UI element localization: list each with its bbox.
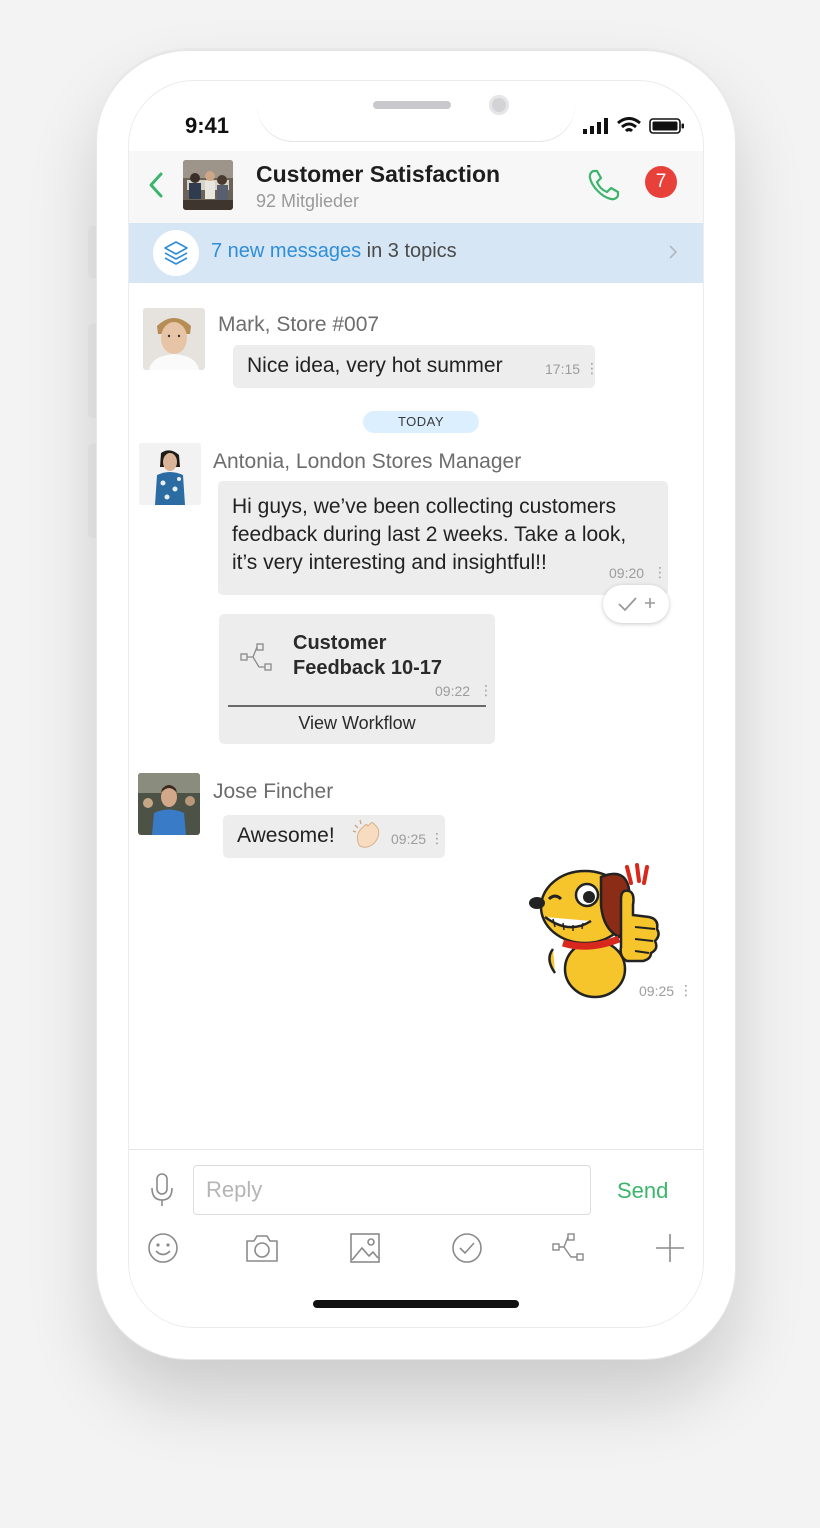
signal-icon (583, 118, 608, 134)
workflow-icon (240, 643, 272, 671)
notification-badge[interactable]: 7 (645, 166, 677, 198)
home-indicator[interactable] (313, 1300, 519, 1308)
message-text: Nice idea, very hot summer (247, 354, 503, 377)
status-time: 9:41 (185, 113, 230, 138)
more-options-icon[interactable]: ⋮ (430, 830, 444, 847)
avatar-jose[interactable] (138, 773, 200, 835)
back-icon[interactable] (143, 169, 171, 201)
speaker (373, 101, 451, 109)
battery-icon (649, 118, 684, 134)
message-time: 09:25 (391, 831, 427, 847)
message-text-line: it’s very interesting and insightful!! (232, 551, 547, 574)
message-text: Awesome! (237, 824, 335, 847)
message-text-line: Hi guys, we’ve been collecting customers (232, 495, 617, 518)
microphone-icon[interactable] (147, 1172, 177, 1208)
chat-title[interactable]: Customer Satisfaction (256, 161, 500, 188)
view-workflow-button[interactable]: View Workflow (219, 713, 495, 734)
message-time: 09:22 (435, 683, 471, 699)
sender-name: Mark, Store #007 (218, 313, 380, 336)
card-divider (228, 705, 486, 707)
sender-name: Jose Fincher (213, 780, 334, 803)
message-text-line: feedback during last 2 weeks. Take a loo… (232, 523, 627, 546)
phone-screen: 9:41 Customer Satisfaction 92 Mitglieder… (128, 80, 704, 1328)
composer: Send (129, 1149, 703, 1327)
dog-thumbs-up-sticker (529, 863, 660, 999)
member-count: 92 Mitglieder (256, 191, 360, 211)
workflow-title-line: Customer (293, 632, 387, 654)
sender-name: Antonia, London Stores Manager (213, 450, 522, 473)
check-plus-icon (618, 597, 655, 612)
message-time: 09:20 (609, 565, 645, 581)
message-bubble[interactable]: Awesome! 09:25 ⋮ (223, 815, 445, 858)
send-button[interactable]: Send (617, 1178, 668, 1204)
wifi-icon (617, 117, 641, 133)
camera-icon[interactable] (244, 1230, 280, 1266)
message-bubble[interactable]: Hi guys, we’ve been collecting customers… (218, 481, 668, 595)
message-time: 17:15 (545, 361, 581, 377)
new-messages-banner[interactable]: 7 new messages in 3 topics (129, 223, 703, 283)
phone-icon[interactable] (584, 165, 624, 205)
plus-icon[interactable] (652, 1230, 688, 1266)
front-camera (489, 95, 509, 115)
sticker-message[interactable]: 09:25 ⋮ (527, 859, 693, 999)
more-options-icon[interactable]: ⋮ (653, 564, 667, 581)
avatar-mark[interactable] (143, 308, 205, 370)
emoji-icon[interactable] (145, 1230, 181, 1266)
banner-highlight: 7 new messages (211, 240, 362, 262)
chat-header: Customer Satisfaction 92 Mitglieder 7 (129, 151, 703, 223)
clapping-hands-icon (352, 819, 380, 848)
check-icon[interactable] (449, 1230, 485, 1266)
status-icons (583, 117, 685, 135)
banner-text: 7 new messages in 3 topics (211, 240, 457, 263)
workflow-title-line: Feedback 10-17 (293, 657, 442, 679)
group-avatar[interactable] (183, 160, 233, 210)
layers-icon (164, 241, 188, 265)
message-bubble[interactable]: Nice idea, very hot summer 17:15 ⋮ (233, 345, 599, 388)
day-divider: TODAY (363, 411, 479, 433)
notch (257, 81, 575, 141)
banner-rest: in 3 topics (361, 240, 457, 262)
chevron-right-icon (669, 245, 678, 259)
more-options-icon[interactable]: ⋮ (479, 682, 493, 699)
avatar-antonia[interactable] (139, 443, 201, 505)
workflow-icon[interactable] (550, 1230, 586, 1266)
banner-icon-container (153, 230, 199, 276)
image-icon[interactable] (347, 1230, 383, 1266)
more-options-icon[interactable]: ⋮ (679, 982, 693, 999)
more-options-icon[interactable]: ⋮ (585, 360, 599, 377)
workflow-card[interactable]: Customer Feedback 10-17 09:22 ⋮ View Wor… (219, 614, 495, 744)
message-list[interactable]: Mark, Store #007 Nice idea, very hot sum… (129, 283, 703, 1149)
message-time: 09:25 (639, 983, 675, 999)
add-reaction-button[interactable] (603, 585, 669, 623)
reply-input[interactable] (193, 1165, 591, 1215)
